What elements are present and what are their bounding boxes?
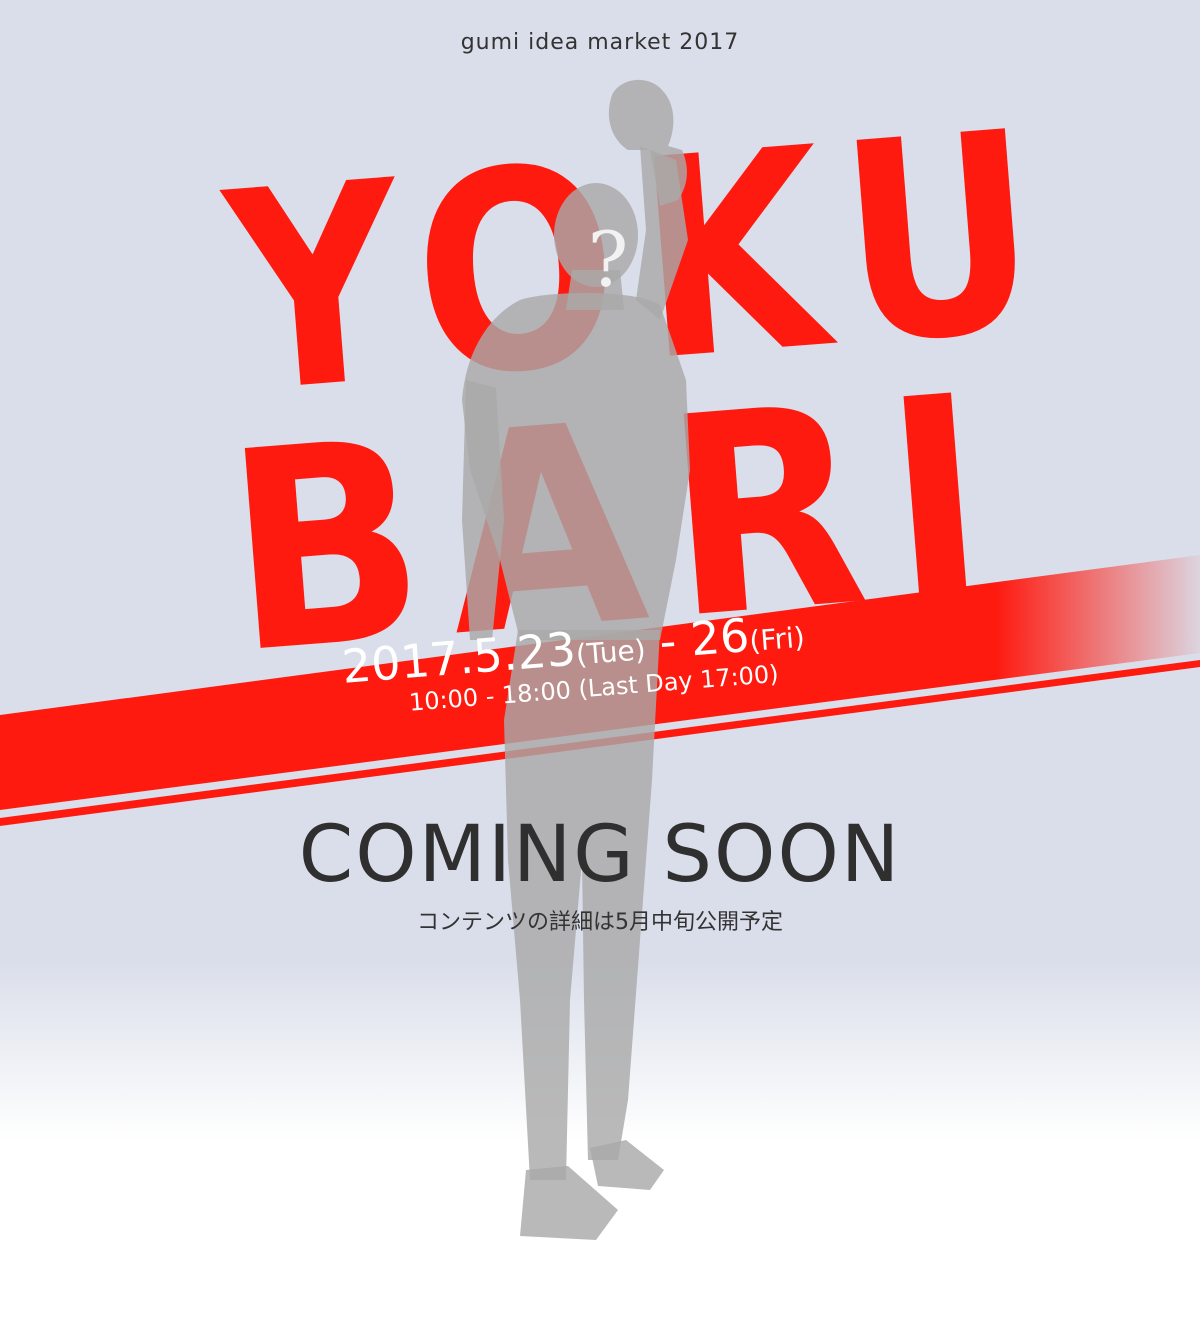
coming-soon-heading: COMING SOON	[298, 810, 902, 900]
poster: gumi idea market 2017 YOKU BARI	[0, 0, 1200, 1325]
date-end-day: (Fri)	[748, 620, 806, 658]
date-separator: -	[642, 612, 693, 670]
date-end: 26	[688, 607, 752, 667]
coming-soon-note: コンテンツの詳細は5月中旬公開予定	[417, 910, 783, 935]
date-start-day: (Tue)	[574, 633, 647, 672]
question-mark: ?	[587, 215, 629, 304]
